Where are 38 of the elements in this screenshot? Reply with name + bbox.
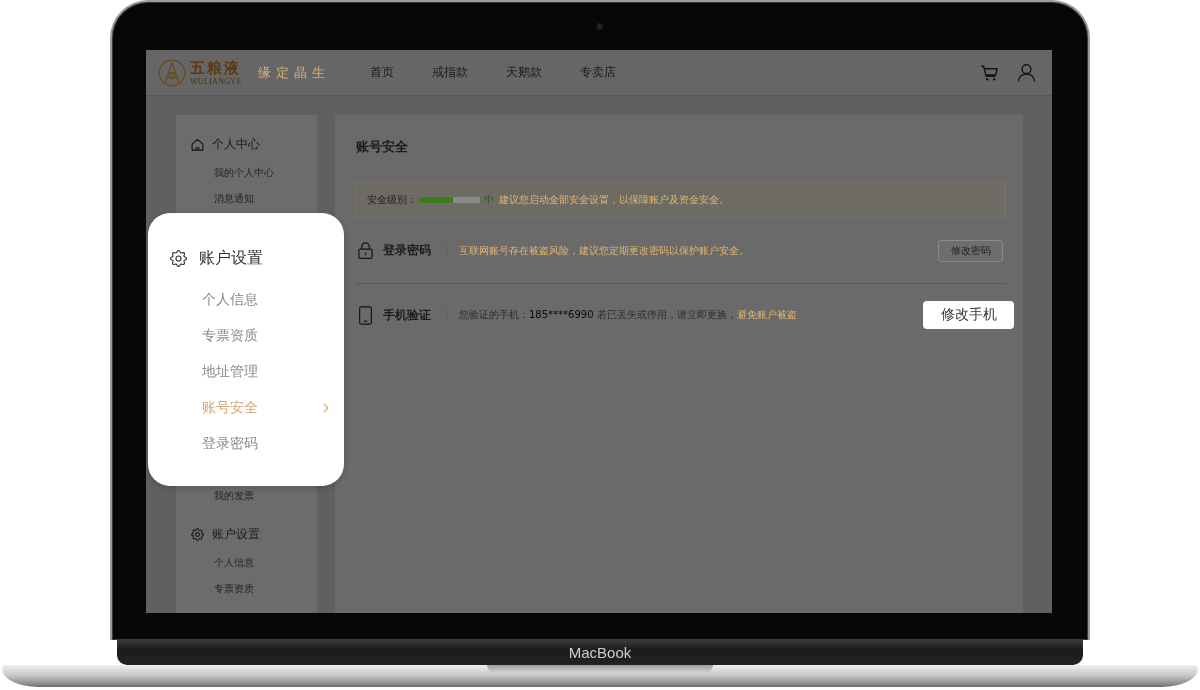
security-level-label: 安全级别： [367, 193, 417, 207]
nav-link[interactable]: 戒指款 [431, 64, 468, 81]
lock-icon [358, 241, 373, 260]
menu-item[interactable]: 登录密码 [202, 426, 332, 462]
menu-item[interactable]: 地址管理 [202, 354, 332, 390]
sidebar-group-title[interactable]: 个人中心 [212, 136, 260, 152]
change-button[interactable]: 修改手机 [923, 301, 1014, 329]
security-rating: 中 [484, 193, 494, 207]
home-icon [191, 137, 204, 151]
setting-description: 互联网账号存在被盗风险，建议您定期更改密码以保护账户安全。 [459, 243, 749, 258]
sidebar-item[interactable]: 我的发票 [214, 483, 254, 509]
brand-name: 五粮液 [190, 59, 242, 77]
sidebar-item[interactable]: 专票资质 [214, 576, 254, 602]
nav-link[interactable]: 天鹅款 [505, 64, 542, 81]
setting-title: 登录密码 [383, 243, 431, 258]
menu-item[interactable]: 账号安全 [202, 390, 332, 426]
change-button[interactable]: 修改密码 [938, 239, 1003, 262]
cart-icon[interactable] [980, 63, 999, 82]
brand-latin-name: WULIANGYE [190, 76, 242, 86]
sidebar-group-title[interactable]: 账户设置 [212, 526, 260, 542]
slogan: 缘定晶生 [257, 63, 330, 82]
security-advice: 建议您启动全部安全设置，以保障账户及资金安全。 [499, 193, 729, 207]
emblem-logo-icon [158, 58, 186, 87]
menu-item[interactable]: 专票资质 [202, 318, 332, 354]
menu-item[interactable]: 个人信息 [202, 282, 332, 318]
setting-title: 手机验证 [383, 307, 431, 323]
nav-link[interactable]: 专卖店 [579, 64, 616, 81]
user-icon[interactable] [1017, 63, 1036, 82]
nav-link[interactable]: 首页 [369, 64, 394, 81]
device-label: MacBook [568, 644, 632, 661]
sidebar-item[interactable]: 消息通知 [214, 186, 254, 212]
page-title: 账号安全 [356, 138, 409, 156]
menu-section-title: 账户设置 [199, 247, 263, 269]
chevron-right-icon [323, 403, 329, 413]
phone-icon [358, 305, 373, 325]
camera-icon [595, 23, 603, 30]
settings-icon [170, 249, 187, 267]
settings-icon [191, 527, 204, 541]
